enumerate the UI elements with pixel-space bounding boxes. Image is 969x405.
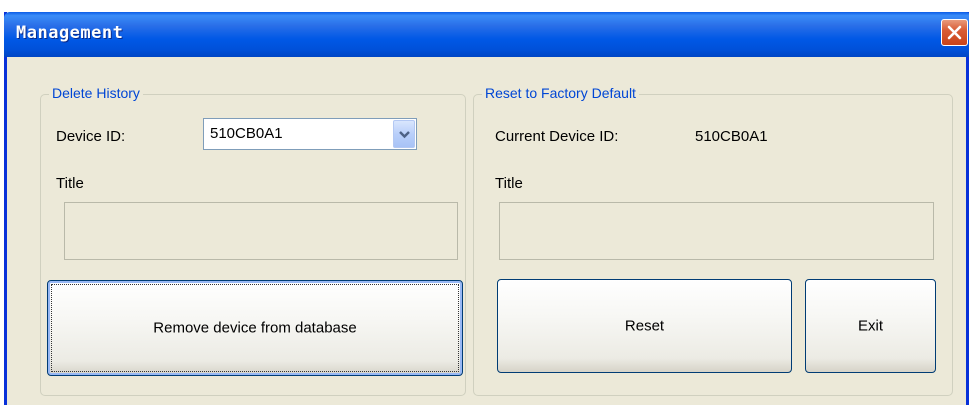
current-device-id-value: 510CB0A1 [695,128,768,145]
reset-title-label: Title [495,175,523,192]
reset-button[interactable]: Reset [497,279,792,373]
close-icon [947,25,962,40]
reset-factory-legend: Reset to Factory Default [482,85,639,101]
device-id-select[interactable]: 510CB0A1 [203,118,417,150]
title-bar[interactable]: Management [4,12,969,57]
device-id-value: 510CB0A1 [210,125,283,142]
device-id-label: Device ID: [56,128,126,145]
remove-device-button[interactable]: Remove device from database [47,280,463,376]
delete-history-legend: Delete History [49,85,143,101]
chevron-down-icon [399,131,410,139]
exit-button[interactable]: Exit [805,279,936,373]
management-dialog: Management Delete History Device ID: 510… [4,12,969,405]
delete-title-label: Title [56,175,84,192]
current-device-id-label: Current Device ID: [495,128,619,145]
reset-title-field[interactable] [499,202,934,260]
remove-device-label: Remove device from database [153,319,357,337]
window-title: Management [16,23,124,43]
background-window-fragment [0,0,969,12]
close-button[interactable] [941,19,968,46]
dropdown-button[interactable] [393,120,415,148]
exit-button-label: Exit [857,317,883,335]
reset-button-label: Reset [624,317,665,335]
delete-title-field[interactable] [64,202,458,260]
